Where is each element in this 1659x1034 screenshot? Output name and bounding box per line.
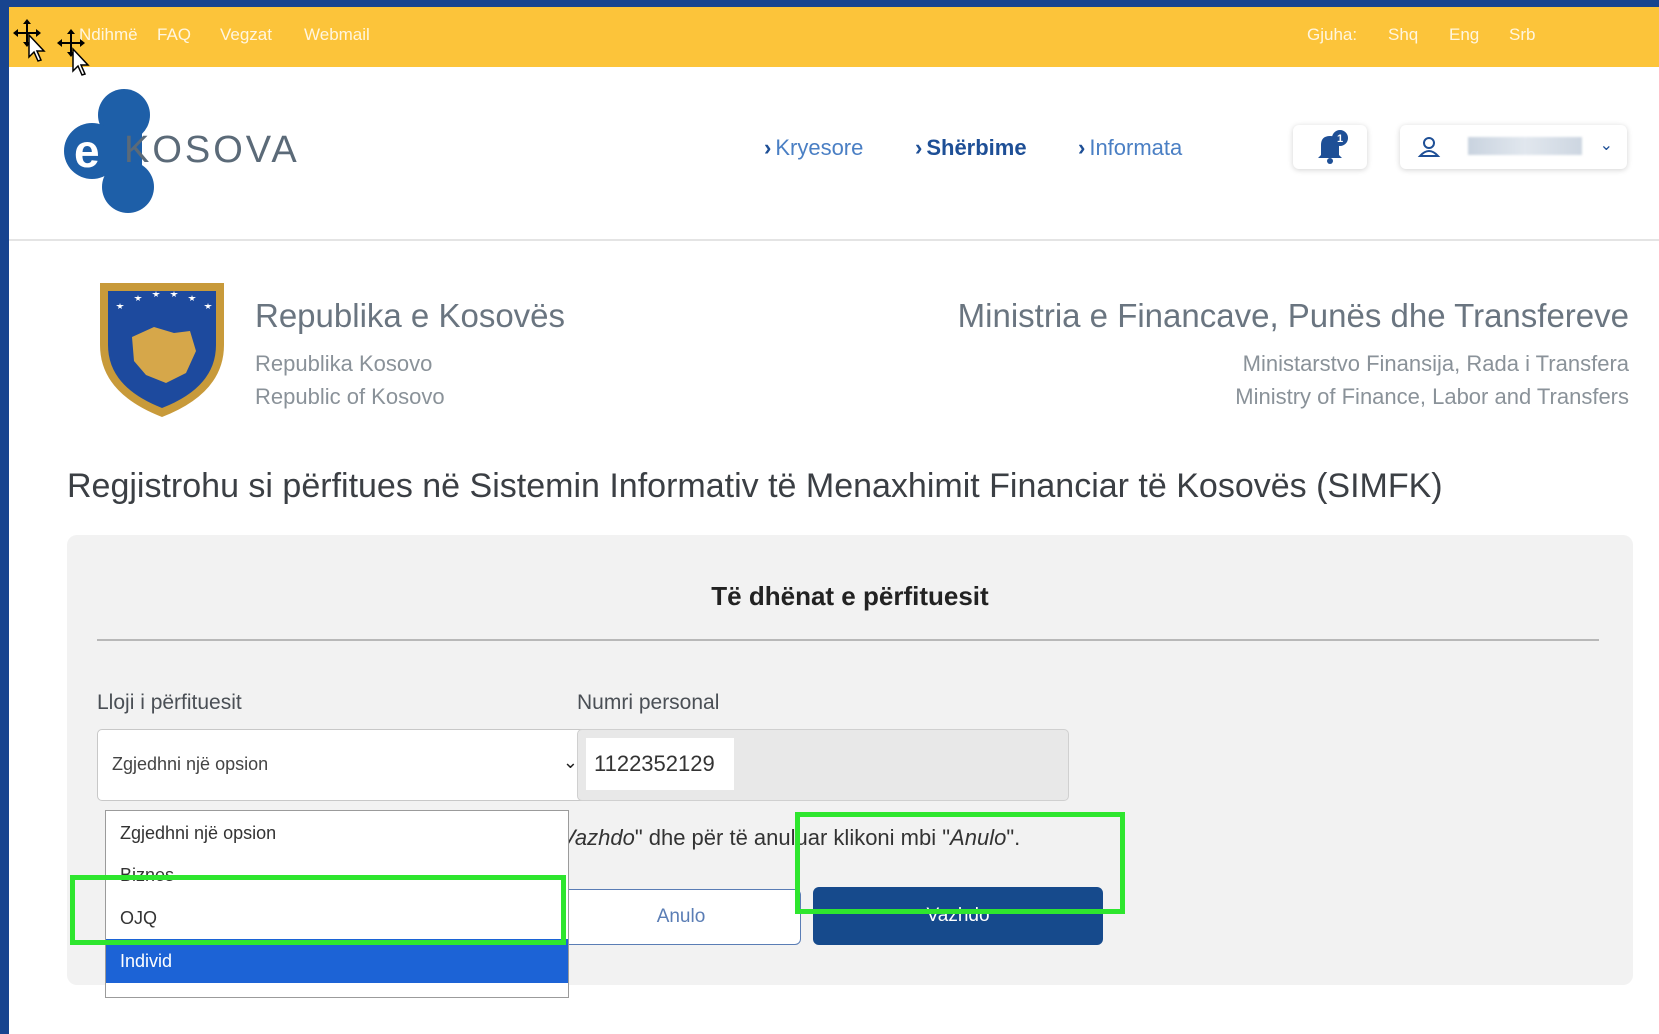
- browser-frame: Ndihmë FAQ Vegzat Webmail Gjuha: Shq Eng…: [9, 7, 1659, 1034]
- option-individ[interactable]: Individ: [106, 939, 568, 983]
- gov-name-en: Republic of Kosovo: [255, 384, 445, 409]
- notifications-button[interactable]: 1: [1293, 125, 1367, 169]
- highlight-continue-button: [795, 812, 1125, 914]
- ministry-name-en: Ministry of Finance, Labor and Transfers: [1235, 384, 1629, 409]
- site-header: e KOSOVA › Kryesore › Shërbime › Informata …: [9, 67, 1659, 241]
- language-eng[interactable]: Eng: [1449, 25, 1479, 45]
- cancel-button[interactable]: Anulo: [561, 889, 801, 945]
- page-title: Regjistrohu si përfitues në Sistemin Inf…: [67, 467, 1443, 505]
- personal-number-value: 1122352129: [586, 738, 734, 790]
- logo-text: KOSOVA: [124, 129, 300, 171]
- personal-number-label: Numri personal: [577, 691, 720, 714]
- option-zgjedhni[interactable]: Zgjedhni një opsion: [106, 811, 568, 855]
- highlight-individ-option: [70, 875, 566, 945]
- gov-name-sr: Republika Kosovo: [255, 351, 433, 376]
- nav-label-sherbime: Shërbime: [926, 135, 1027, 160]
- nav-kryesore[interactable]: › Kryesore: [764, 135, 863, 161]
- topbar-link-webmail[interactable]: Webmail: [304, 25, 370, 45]
- chevron-right-icon: ›: [915, 135, 923, 160]
- ministry-name-sq: Ministria e Financave, Punës dhe Transfe…: [957, 297, 1629, 334]
- nav-sherbime[interactable]: › Shërbime: [915, 135, 1027, 161]
- chevron-right-icon: ›: [764, 135, 772, 160]
- hint-vazhdo: Vazhdo: [561, 825, 635, 850]
- personal-number-field[interactable]: 1122352129: [577, 729, 1069, 801]
- notification-count: 1: [1337, 133, 1343, 145]
- section-divider: [97, 639, 1599, 641]
- form-section-title: Të dhënat e përfituesit: [711, 581, 989, 611]
- gov-name-sq: Republika e Kosovës: [255, 297, 566, 334]
- move-cursor-icon: [13, 19, 46, 62]
- nav-label-kryesore: Kryesore: [775, 135, 864, 160]
- user-menu[interactable]: ⌄: [1400, 125, 1627, 169]
- top-bar: Ndihmë FAQ Vegzat Webmail Gjuha: Shq Eng…: [9, 7, 1659, 67]
- user-icon: [1417, 137, 1441, 157]
- bell-icon: 1: [1318, 130, 1348, 164]
- logo-letter: e: [74, 125, 100, 177]
- user-name-redacted: [1468, 137, 1582, 155]
- language-srb[interactable]: Srb: [1509, 25, 1535, 45]
- language-label: Gjuha:: [1307, 25, 1358, 44]
- kosovo-emblem: [92, 275, 232, 423]
- beneficiary-type-label: Lloji i përfituesit: [97, 691, 242, 714]
- move-cursor-icon: [57, 29, 90, 76]
- kosovo-coat-of-arms-icon: [100, 283, 224, 417]
- language-shq[interactable]: Shq: [1388, 25, 1418, 45]
- topbar-link-faq[interactable]: FAQ: [157, 25, 191, 45]
- chevron-right-icon: ›: [1078, 135, 1086, 160]
- beneficiary-type-select[interactable]: Zgjedhni një opsion ⌄: [97, 729, 589, 801]
- ministry-name-sr: Ministarstvo Finansija, Rada i Transfera: [1242, 351, 1629, 376]
- nav-label-informata: Informata: [1089, 135, 1183, 160]
- nav-informata[interactable]: › Informata: [1078, 135, 1182, 161]
- select-value: Zgjedhni një opsion: [112, 754, 269, 774]
- chevron-down-icon: ⌄: [1599, 135, 1613, 154]
- chevron-down-icon: ⌄: [562, 752, 578, 773]
- topbar-link-vegzat[interactable]: Vegzat: [220, 25, 272, 45]
